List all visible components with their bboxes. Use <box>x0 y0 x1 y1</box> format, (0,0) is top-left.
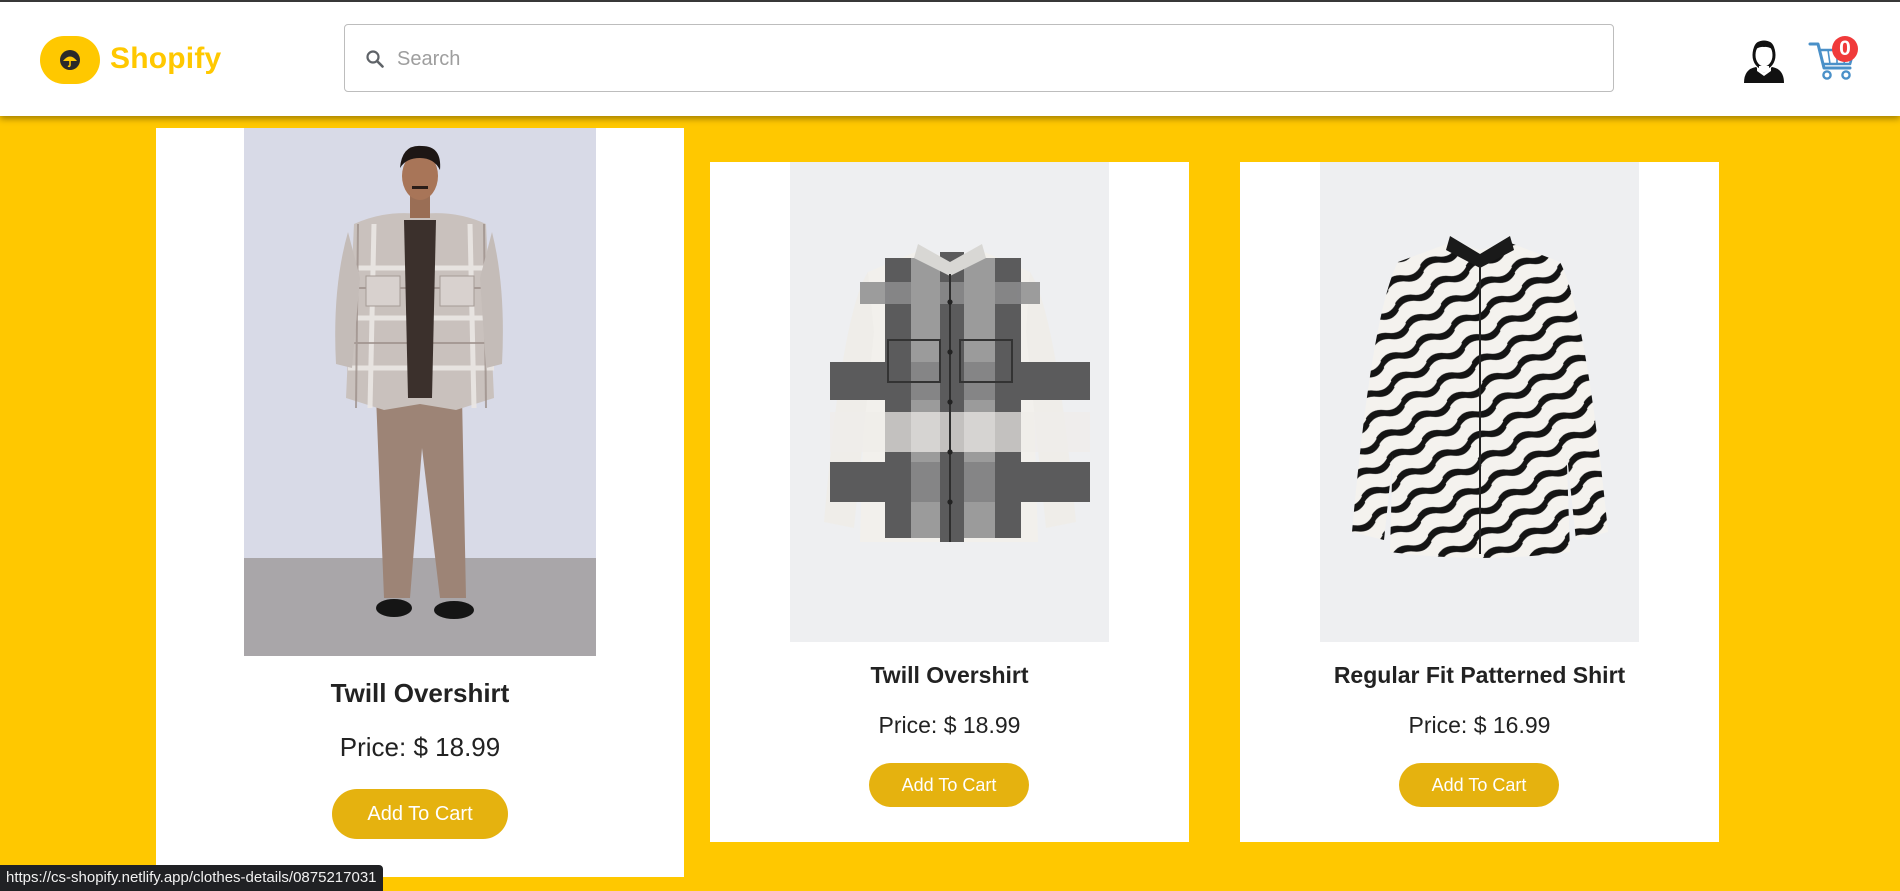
product-card[interactable]: Twill Overshirt Price: $ 18.99 Add To Ca… <box>156 128 684 877</box>
add-to-cart-button[interactable]: Add To Cart <box>1399 763 1559 807</box>
product-price: Price: $ 16.99 <box>1408 712 1551 738</box>
search-input[interactable] <box>395 39 1599 79</box>
product-card[interactable]: Regular Fit Patterned Shirt Price: $ 16.… <box>1240 162 1719 842</box>
product-image[interactable] <box>790 162 1109 642</box>
product-image[interactable] <box>1320 162 1639 642</box>
user-account-button[interactable] <box>1740 38 1788 89</box>
product-title[interactable]: Twill Overshirt <box>710 662 1189 689</box>
user-icon <box>1744 40 1784 83</box>
add-to-cart-button[interactable]: Add To Cart <box>332 789 508 839</box>
product-price: Price: $ 18.99 <box>878 712 1021 738</box>
product-image[interactable] <box>244 128 596 656</box>
search-icon <box>366 50 384 68</box>
cart-count-badge: 0 <box>1832 36 1858 62</box>
add-to-cart-button[interactable]: Add To Cart <box>869 763 1029 807</box>
site-header: Shopify 0 <box>0 2 1900 116</box>
product-price: Price: $ 18.99 <box>339 732 501 762</box>
brand-name[interactable]: Shopify <box>110 42 221 76</box>
product-title[interactable]: Twill Overshirt <box>156 678 684 709</box>
product-card[interactable]: Twill Overshirt Price: $ 18.99 Add To Ca… <box>710 162 1189 842</box>
search-bar[interactable] <box>344 24 1614 92</box>
browser-status-url: https://cs-shopify.netlify.app/clothes-d… <box>0 865 383 891</box>
product-title[interactable]: Regular Fit Patterned Shirt <box>1240 662 1719 689</box>
logo[interactable] <box>40 36 100 84</box>
umbrella-logo-icon <box>60 50 80 70</box>
